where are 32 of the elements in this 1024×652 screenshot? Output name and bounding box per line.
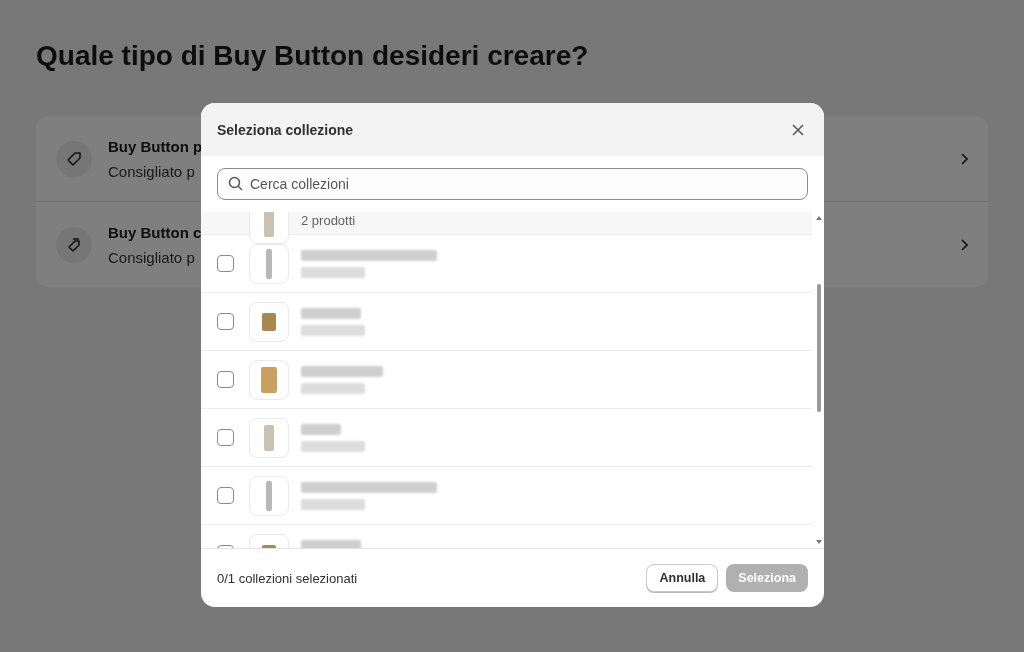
product-thumbnail [249, 243, 289, 284]
page-title: Quale tipo di Buy Button desideri creare? [36, 40, 590, 72]
selection-count: 0/1 collezioni selezionati [217, 570, 358, 586]
blurred-text [301, 324, 365, 336]
chevron-right-icon[interactable] [960, 238, 968, 251]
checkbox[interactable] [217, 313, 234, 330]
option-title: Buy Button p [108, 137, 203, 155]
blurred-text [301, 307, 361, 319]
blurred-text [301, 498, 365, 510]
product-count: 2 prodotti [301, 213, 356, 228]
checkbox[interactable] [217, 487, 234, 504]
chevron-right-icon[interactable] [960, 152, 968, 165]
product-thumbnail [249, 475, 289, 516]
tag-icon [56, 140, 92, 177]
blurred-text [301, 440, 365, 452]
blurred-text [301, 266, 365, 278]
checkbox[interactable] [217, 429, 234, 446]
blurred-text [301, 382, 365, 394]
search-field[interactable]: Cerca collezioni [217, 168, 808, 200]
tag-icon [56, 226, 92, 263]
product-thumbnail [249, 417, 289, 458]
dialog-title: Seleziona collezione [217, 121, 354, 138]
option-description: Consigliato p [108, 248, 195, 266]
option-title: Buy Button c [108, 223, 202, 241]
checkbox[interactable] [217, 371, 234, 388]
blurred-text [301, 423, 341, 435]
checkbox[interactable] [217, 255, 234, 272]
product-thumbnail [249, 359, 289, 400]
option-description: Consigliato p [108, 162, 195, 180]
cancel-button[interactable]: Annulla [646, 564, 719, 592]
product-thumbnail [249, 301, 289, 342]
blurred-text [301, 539, 361, 548]
